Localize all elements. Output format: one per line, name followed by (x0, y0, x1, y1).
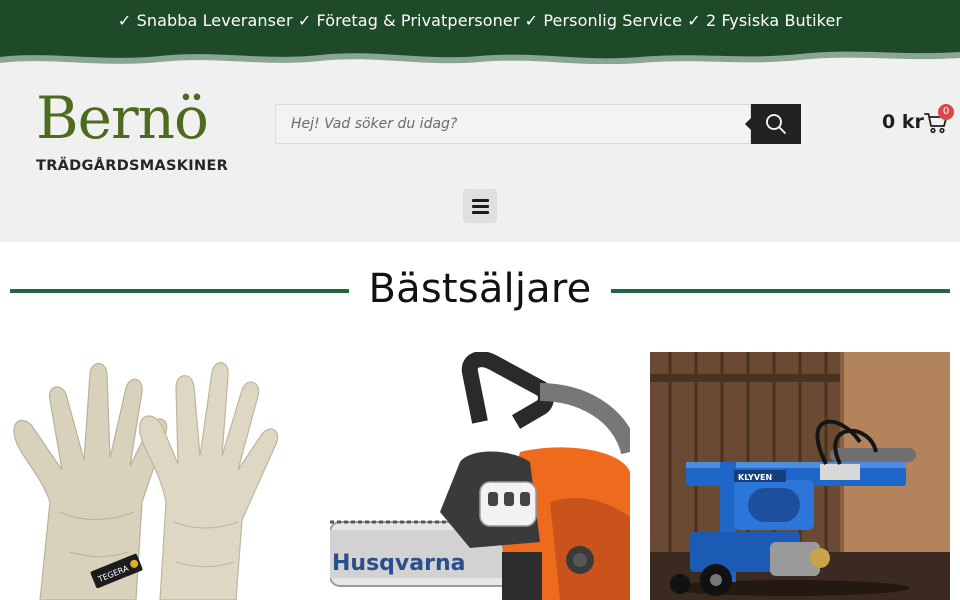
gardening-gloves-image: TEGERA (10, 352, 310, 600)
site-header: Bernö TRÄDGÅRDSMASKINER 0 kr 0 (0, 64, 960, 242)
logo-subtitle: TRÄDGÅRDSMASKINER (36, 158, 229, 174)
hamburger-icon-bar (472, 205, 489, 208)
search-icon (766, 114, 786, 134)
cart-total: 0 kr (882, 111, 924, 133)
search-form (275, 104, 801, 144)
logo-wordmark: Bernö (36, 84, 209, 152)
chainsaw-brand-label: Husqvarna (332, 551, 465, 576)
husqvarna-chainsaw-image: Husqvarna (330, 352, 630, 600)
log-splitter-brand-label: KLYVEN (738, 473, 772, 482)
product-card-chainsaw[interactable]: Husqvarna (330, 352, 630, 600)
menu-toggle-button[interactable] (463, 189, 497, 223)
search-input[interactable] (275, 104, 751, 144)
search-button[interactable] (745, 104, 801, 144)
bestseller-heading: Bästsäljare (0, 262, 960, 322)
cart-count-badge: 0 (938, 104, 954, 120)
banner-usp-text: ✓ Snabba Leveranser ✓ Företag & Privatpe… (117, 11, 843, 30)
product-card-log-splitter[interactable]: KLYVEN (650, 352, 950, 600)
search-button-arrow (745, 118, 751, 130)
hamburger-icon-bar (472, 211, 489, 214)
hamburger-icon-bar (472, 199, 489, 202)
log-splitter-image: KLYVEN (650, 352, 950, 600)
cart-button[interactable]: 0 kr 0 (880, 104, 955, 142)
product-card-gloves[interactable]: TEGERA (10, 352, 310, 600)
heading-divider-right (611, 289, 950, 293)
site-logo[interactable]: Bernö TRÄDGÅRDSMASKINER (28, 78, 240, 174)
